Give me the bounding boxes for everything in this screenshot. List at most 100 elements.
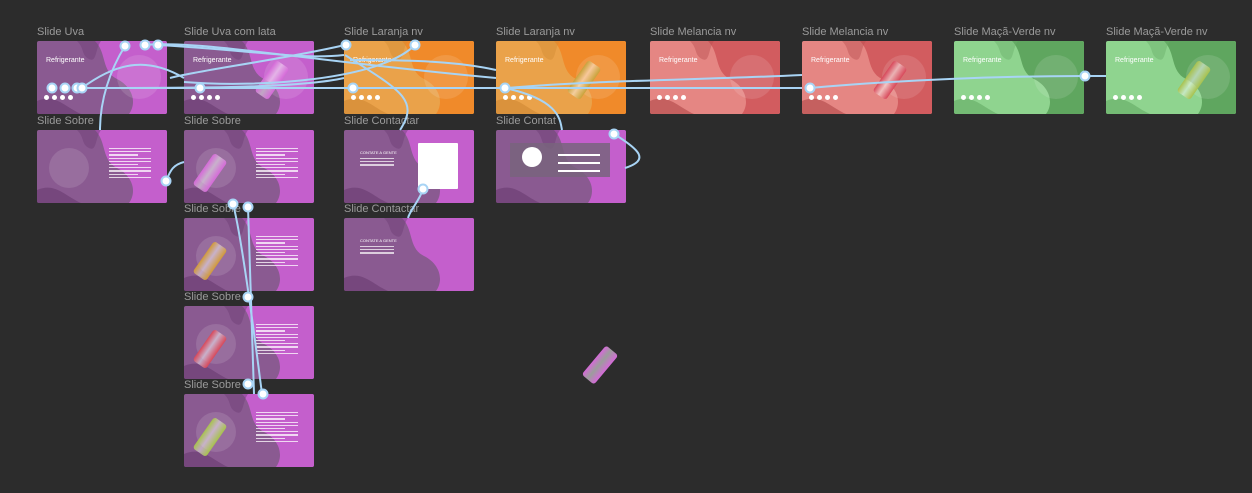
flavor-selector[interactable] xyxy=(809,95,838,100)
flavor-dot[interactable] xyxy=(60,95,65,100)
flavor-selector[interactable] xyxy=(961,95,990,100)
flavor-dot[interactable] xyxy=(961,95,966,100)
frame-label[interactable]: Slide Maçã-Verde nv xyxy=(954,26,1056,38)
frame-contatar2[interactable]: CONTATE A GENTE xyxy=(344,218,474,291)
frame-laranja[interactable]: Refrigerante xyxy=(344,41,474,114)
about-text-block xyxy=(256,412,298,442)
flavor-dot[interactable] xyxy=(825,95,830,100)
frame-maca-lata[interactable]: Refrigerante xyxy=(1106,41,1236,114)
form-field[interactable] xyxy=(558,170,600,172)
text-line xyxy=(256,421,298,423)
flavor-dot[interactable] xyxy=(215,95,220,100)
frame-laranja-lata[interactable]: Refrigerante xyxy=(496,41,626,114)
flavor-dot[interactable] xyxy=(665,95,670,100)
flavor-selector[interactable] xyxy=(44,95,73,100)
text-line xyxy=(109,157,151,159)
frame-label[interactable]: Slide Contactar xyxy=(344,115,419,127)
flavor-dot[interactable] xyxy=(199,95,204,100)
text-line xyxy=(256,346,298,348)
flavor-selector[interactable] xyxy=(657,95,686,100)
frame-contat3[interactable] xyxy=(496,130,626,203)
frame-sobre2[interactable] xyxy=(184,130,314,203)
flavor-dot[interactable] xyxy=(68,95,73,100)
frame-label[interactable]: Slide Contat xyxy=(496,115,556,127)
text-line xyxy=(256,245,298,247)
frame-label[interactable]: Slide Sobre xyxy=(184,115,241,127)
flavor-dot[interactable] xyxy=(977,95,982,100)
flavor-dot[interactable] xyxy=(511,95,516,100)
frame-label[interactable]: Slide Melancia nv xyxy=(650,26,736,38)
frame-sobre4[interactable] xyxy=(184,306,314,379)
text-line xyxy=(256,154,286,156)
flavor-dot[interactable] xyxy=(191,95,196,100)
hero-title: Refrigerante xyxy=(1115,57,1154,64)
text-line xyxy=(256,167,298,169)
form-field[interactable] xyxy=(558,162,600,164)
flavor-dot[interactable] xyxy=(1137,95,1142,100)
flavor-dot[interactable] xyxy=(809,95,814,100)
connection-node[interactable] xyxy=(242,291,254,303)
flavor-dot[interactable] xyxy=(367,95,372,100)
text-line xyxy=(256,324,298,326)
frame-sobre1[interactable] xyxy=(37,130,167,203)
frame-label[interactable]: Slide Contactar xyxy=(344,203,419,215)
flavor-dot[interactable] xyxy=(527,95,532,100)
text-line xyxy=(256,343,298,345)
flavor-dot[interactable] xyxy=(359,95,364,100)
contact-form[interactable] xyxy=(418,143,458,189)
flavor-dot[interactable] xyxy=(375,95,380,100)
form-field[interactable] xyxy=(558,154,600,156)
flavor-dot[interactable] xyxy=(673,95,678,100)
flavor-dot[interactable] xyxy=(833,95,838,100)
text-line xyxy=(256,148,298,150)
frame-label[interactable]: Slide Sobre xyxy=(184,291,241,303)
frame-sobre3[interactable] xyxy=(184,218,314,291)
flavor-selector[interactable] xyxy=(351,95,380,100)
connection-node[interactable] xyxy=(242,378,254,390)
hero-title: Refrigerante xyxy=(46,57,85,64)
frame-label[interactable]: Slide Laranja nv xyxy=(344,26,423,38)
frame-label[interactable]: Slide Sobre xyxy=(184,203,241,215)
text-line xyxy=(256,434,298,436)
prototype-connection[interactable] xyxy=(165,161,185,182)
flavor-dot[interactable] xyxy=(817,95,822,100)
frame-uva-lata[interactable]: Refrigerante xyxy=(184,41,314,114)
flavor-dot[interactable] xyxy=(657,95,662,100)
frame-melancia-lata[interactable]: Refrigerante xyxy=(802,41,932,114)
flavor-dot[interactable] xyxy=(52,95,57,100)
frame-sobre5[interactable] xyxy=(184,394,314,467)
frame-label[interactable]: Slide Melancia nv xyxy=(802,26,888,38)
flavor-dot[interactable] xyxy=(985,95,990,100)
connection-node[interactable] xyxy=(242,201,254,213)
flavor-selector[interactable] xyxy=(1113,95,1142,100)
text-line xyxy=(256,349,286,351)
flavor-selector[interactable] xyxy=(503,95,532,100)
flavor-selector[interactable] xyxy=(191,95,220,100)
frame-label[interactable]: Slide Sobre xyxy=(184,379,241,391)
floating-can-image[interactable] xyxy=(581,345,619,385)
frame-uva[interactable]: Refrigerante xyxy=(37,41,167,114)
frame-maca[interactable]: Refrigerante xyxy=(954,41,1084,114)
text-line xyxy=(256,261,286,263)
flavor-dot[interactable] xyxy=(519,95,524,100)
flavor-dot[interactable] xyxy=(44,95,49,100)
text-line xyxy=(360,252,394,254)
frame-label[interactable]: Slide Uva xyxy=(37,26,84,38)
frame-label[interactable]: Slide Laranja nv xyxy=(496,26,575,38)
flavor-dot[interactable] xyxy=(351,95,356,100)
about-text-block xyxy=(256,236,298,266)
frame-melancia[interactable]: Refrigerante xyxy=(650,41,780,114)
flavor-dot[interactable] xyxy=(1113,95,1118,100)
flavor-dot[interactable] xyxy=(969,95,974,100)
frame-label[interactable]: Slide Uva com lata xyxy=(184,26,276,38)
flavor-dot[interactable] xyxy=(1121,95,1126,100)
frame-label[interactable]: Slide Maçã-Verde nv xyxy=(1106,26,1208,38)
text-line xyxy=(256,264,298,266)
text-line xyxy=(109,151,151,153)
flavor-dot[interactable] xyxy=(503,95,508,100)
flavor-dot[interactable] xyxy=(681,95,686,100)
frame-contatar1[interactable]: CONTATE A GENTE xyxy=(344,130,474,203)
flavor-dot[interactable] xyxy=(1129,95,1134,100)
flavor-dot[interactable] xyxy=(207,95,212,100)
frame-label[interactable]: Slide Sobre xyxy=(37,115,94,127)
